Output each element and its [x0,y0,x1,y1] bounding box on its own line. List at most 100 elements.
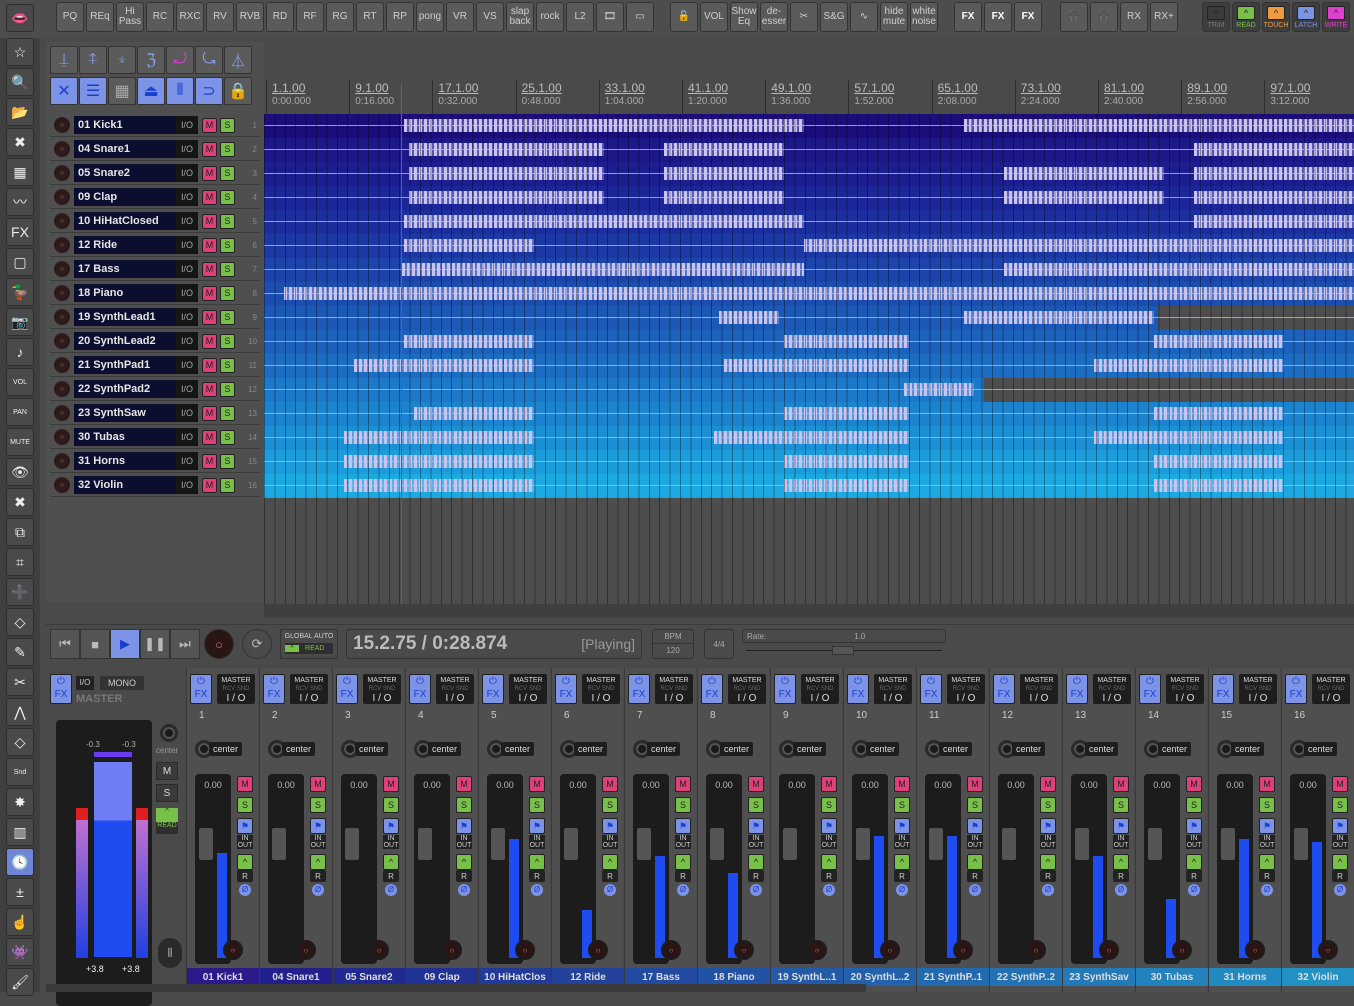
channel-solo-button[interactable]: S [1113,797,1129,813]
track-row[interactable]: ○ 01 Kick1 I/O M S 1 [50,114,260,137]
fx-preset-button[interactable]: PQ [56,2,84,32]
rx-button[interactable]: RX+ [1150,2,1178,32]
channel-io-button[interactable]: MASTER RCV SND I / O [290,674,328,704]
pan-control[interactable]: center [925,740,983,758]
record-arm-button[interactable]: ○ [54,165,70,181]
grid-icon[interactable]: ▦ [108,77,136,105]
track-io-button[interactable]: I/O [176,380,198,398]
volume-fader[interactable]: 0.00 ○ [268,774,316,964]
fx-preset-button[interactable]: slap back [506,2,534,32]
volume-fader[interactable]: 0.00 ○ [633,774,681,964]
audio-waveform[interactable] [404,119,804,132]
track-io-button[interactable]: I/O [176,188,198,206]
track-io-button[interactable]: I/O [176,476,198,494]
record-arm-button[interactable]: ○ [54,285,70,301]
track-name[interactable]: 19 SynthLead1 I/O [74,308,198,326]
fx-preset-button[interactable]: rock [536,2,564,32]
phase-invert-icon[interactable]: Ø [1334,884,1346,896]
audio-waveform[interactable] [409,143,604,156]
track-io-button[interactable]: I/O [176,428,198,446]
pan-control[interactable]: center [560,740,618,758]
track-solo-button[interactable]: S [220,141,235,157]
star-icon[interactable]: ☆ [6,38,34,66]
track-name[interactable]: 12 Ride I/O [74,236,198,254]
channel-solo-button[interactable]: S [1186,797,1202,813]
picture-icon[interactable]: ▭ [626,2,654,32]
track-name[interactable]: 32 Violin I/O [74,476,198,494]
track-lane[interactable] [264,354,1354,378]
channel-io-button[interactable]: MASTER RCV SND I / O [655,674,693,704]
flag-icon[interactable]: ⚑ [748,818,764,834]
track-io-button[interactable]: I/O [176,212,198,230]
eraser-icon[interactable]: ◇ [6,608,34,636]
record-arm-button[interactable]: ○ [54,405,70,421]
automation-icon[interactable]: ^ [1186,854,1202,870]
automation-icon[interactable]: ^ [456,854,472,870]
show-eq[interactable]: Show Eq [730,2,758,32]
fader-handle[interactable] [491,828,505,860]
channel-fx-button[interactable]: ⏻ FX [628,674,650,704]
channel-name[interactable]: 32 Violin [1282,968,1354,986]
record-arm-icon[interactable]: ○ [807,940,827,960]
channel-fx-button[interactable]: ⏻ FX [555,674,577,704]
rate-box[interactable]: Rate: 1.0 [742,629,946,643]
flag-icon[interactable]: ⚑ [602,818,618,834]
phase-invert-icon[interactable]: Ø [750,884,762,896]
record-arm-icon[interactable]: ○ [369,940,389,960]
track-solo-button[interactable]: S [220,309,235,325]
channel-name[interactable]: 30 Tubas [1136,968,1208,986]
find-file-icon[interactable]: 🔍 [6,68,34,96]
note-envelope-icon[interactable]: ♪ [6,338,34,366]
pan-control[interactable]: center [1144,740,1202,758]
track-lane[interactable] [264,306,1354,330]
channel-name[interactable]: 21 SynthP..1 [917,968,989,986]
bottom-tabs[interactable] [46,984,866,992]
track-lane[interactable] [264,114,1354,138]
record-button[interactable]: ○ [204,629,234,659]
channel-io-button[interactable]: MASTER RCV SND I / O [509,674,547,704]
fader-handle[interactable] [1002,828,1016,860]
channel-fx-button[interactable]: ⏻ FX [1139,674,1161,704]
crop-icon[interactable]: ⌗ [6,548,34,576]
in-out-toggle[interactable]: IN OUT [894,835,910,849]
master-solo-button[interactable]: S [156,784,178,802]
channel-name[interactable]: 31 Horns [1209,968,1281,986]
fx-preset-button[interactable]: RP [386,2,414,32]
track-name[interactable]: 31 Horns I/O [74,452,198,470]
channel-mute-button[interactable]: M [1040,776,1056,792]
volume-fader[interactable]: 0.00 ○ [1144,774,1192,964]
track-mute-button[interactable]: M [202,141,217,157]
time-display[interactable]: 15.2.75 / 0:28.874 [Playing] [346,629,642,659]
channel-fx-button[interactable]: ⏻ FX [1212,674,1234,704]
fx-chain-button[interactable]: FX [1014,2,1042,32]
go-to-end-button[interactable]: ⏭ [170,629,200,659]
pan-control[interactable]: center [195,740,253,758]
track-lane[interactable] [264,474,1354,498]
automation-icon[interactable]: ^ [1259,854,1275,870]
track-mute-button[interactable]: M [202,309,217,325]
channel-fx-button[interactable]: ⏻ FX [701,674,723,704]
repeat-button[interactable]: ⟳ [242,629,272,659]
automation-icon[interactable]: ^ [1332,854,1348,870]
waveform-icon[interactable]: ∿ [850,2,878,32]
flag-icon[interactable]: ⚑ [675,818,691,834]
in-out-toggle[interactable]: IN OUT [1186,835,1202,849]
automation-mode-trim[interactable]: ^ TRIM [1202,2,1230,32]
white-noise[interactable]: white noise [910,2,938,32]
master-mute-button[interactable]: M [156,762,178,780]
track-io-button[interactable]: I/O [176,260,198,278]
record-arm-button[interactable]: ○ [54,429,70,445]
track-lane[interactable] [264,282,1354,306]
fx-chain-button[interactable]: FX [984,2,1012,32]
phase-invert-icon[interactable]: Ø [458,884,470,896]
go-to-start-button[interactable]: ⏮ [50,629,80,659]
track-name[interactable]: 17 Bass I/O [74,260,198,278]
fader-handle[interactable] [272,828,286,860]
volume-fader[interactable]: 0.00 ○ [925,774,973,964]
automation-icon[interactable]: ^ [237,854,253,870]
loop-off-icon[interactable]: ⤾ [166,46,194,74]
hand-icon[interactable]: ☝ [6,908,34,936]
record-arm-icon[interactable]: ○ [442,940,462,960]
track-row[interactable]: ○ 23 SynthSaw I/O M S 13 [50,402,260,425]
track-mute-button[interactable]: M [202,261,217,277]
